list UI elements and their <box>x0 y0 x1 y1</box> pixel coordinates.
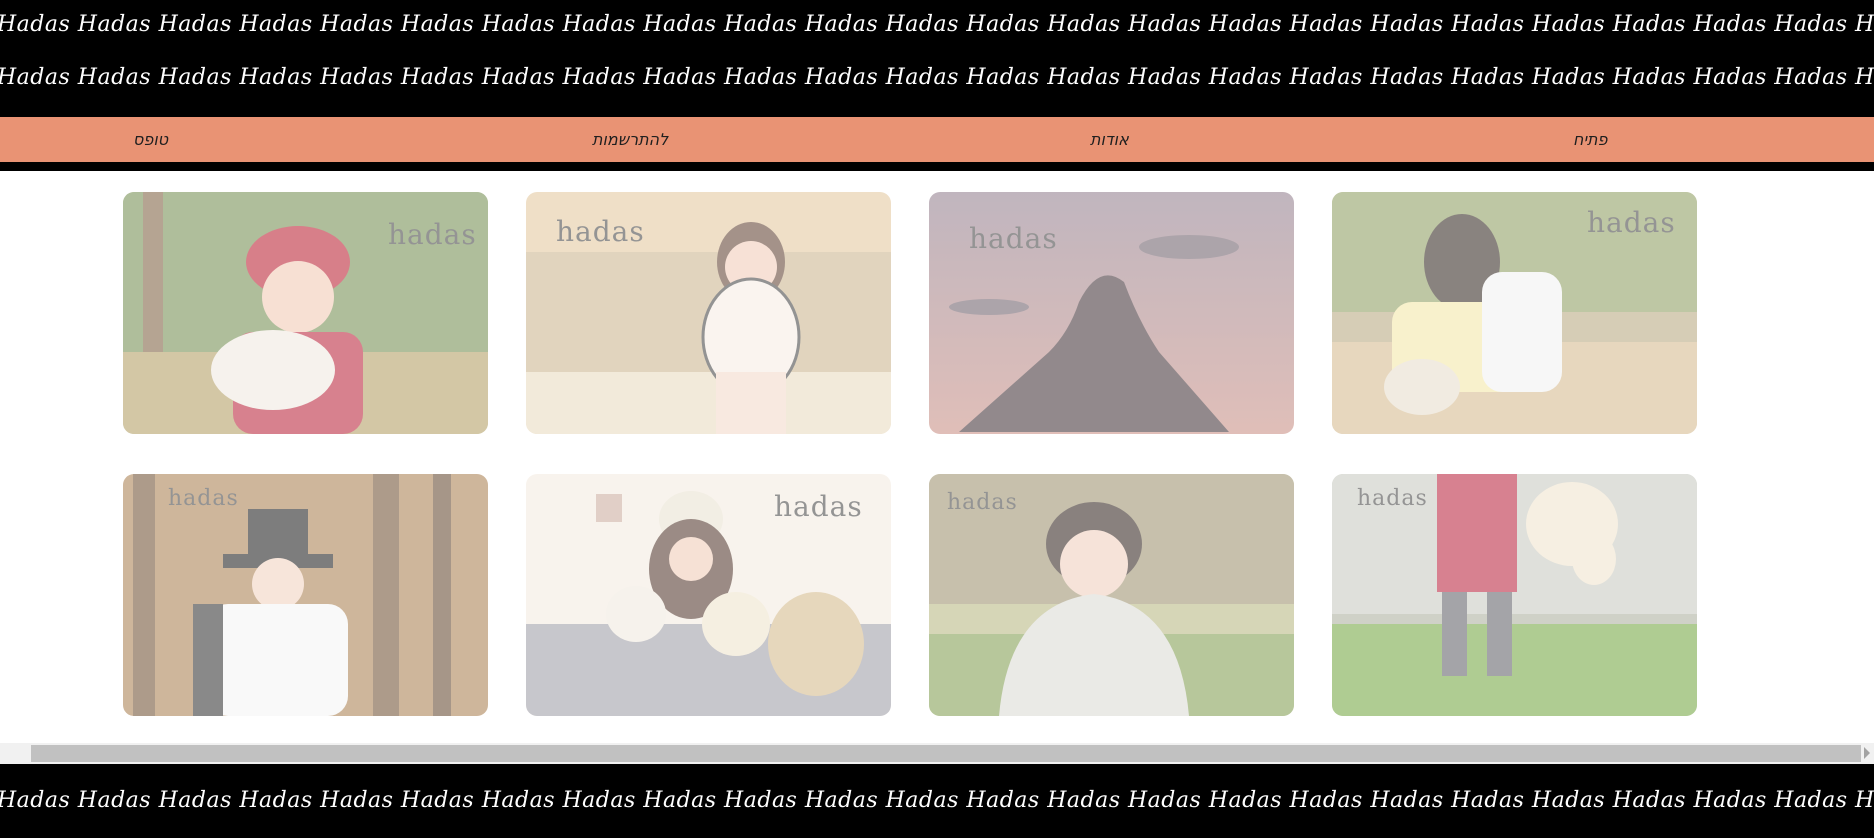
scrollbar-thumb[interactable] <box>31 745 1861 762</box>
banner-text-row: Hadas Hadas Hadas Hadas Hadas Hadas Hada… <box>0 788 1874 813</box>
scrollbar-track[interactable] <box>0 743 30 764</box>
watermark-text: hadas <box>1587 206 1676 239</box>
gallery-photo[interactable]: hadas <box>929 474 1294 716</box>
watermark-text: hadas <box>388 218 477 251</box>
banner-text-row: Hadas Hadas Hadas Hadas Hadas Hadas Hada… <box>0 12 1874 37</box>
photo-gallery: hadas hadas hadas hadas hadas hadas hada… <box>0 171 1874 743</box>
watermark-text: hadas <box>774 490 863 523</box>
watermark-text: hadas <box>1357 486 1428 511</box>
watermark-text: hadas <box>556 215 645 248</box>
nav-link-home[interactable]: פתיח <box>1573 117 1608 162</box>
gallery-photo[interactable]: hadas <box>123 474 488 716</box>
top-banner: Hadas Hadas Hadas Hadas Hadas Hadas Hada… <box>0 0 1874 117</box>
nav-link-form[interactable]: טופס <box>133 117 168 162</box>
banner-text-row: Hadas Hadas Hadas Hadas Hadas Hadas Hada… <box>0 65 1874 90</box>
horizontal-scrollbar[interactable] <box>0 743 1874 764</box>
gallery-photo[interactable]: hadas <box>929 192 1294 434</box>
watermark-text: hadas <box>168 486 239 511</box>
watermark-text: hadas <box>947 490 1018 515</box>
main-navbar: פתיח אודות להתרשמות טופס <box>0 117 1874 171</box>
nav-link-gallery[interactable]: להתרשמות <box>592 117 668 162</box>
gallery-photo[interactable]: hadas <box>123 192 488 434</box>
gallery-photo[interactable]: hadas <box>526 192 891 434</box>
nav-link-about[interactable]: אודות <box>1090 117 1129 162</box>
bottom-banner: Hadas Hadas Hadas Hadas Hadas Hadas Hada… <box>0 764 1874 838</box>
gallery-photo[interactable]: hadas <box>526 474 891 716</box>
gallery-photo[interactable]: hadas <box>1332 192 1697 434</box>
scroll-right-arrow-icon[interactable] <box>1864 747 1870 759</box>
watermark-text: hadas <box>969 222 1058 255</box>
gallery-photo[interactable]: hadas <box>1332 474 1697 716</box>
